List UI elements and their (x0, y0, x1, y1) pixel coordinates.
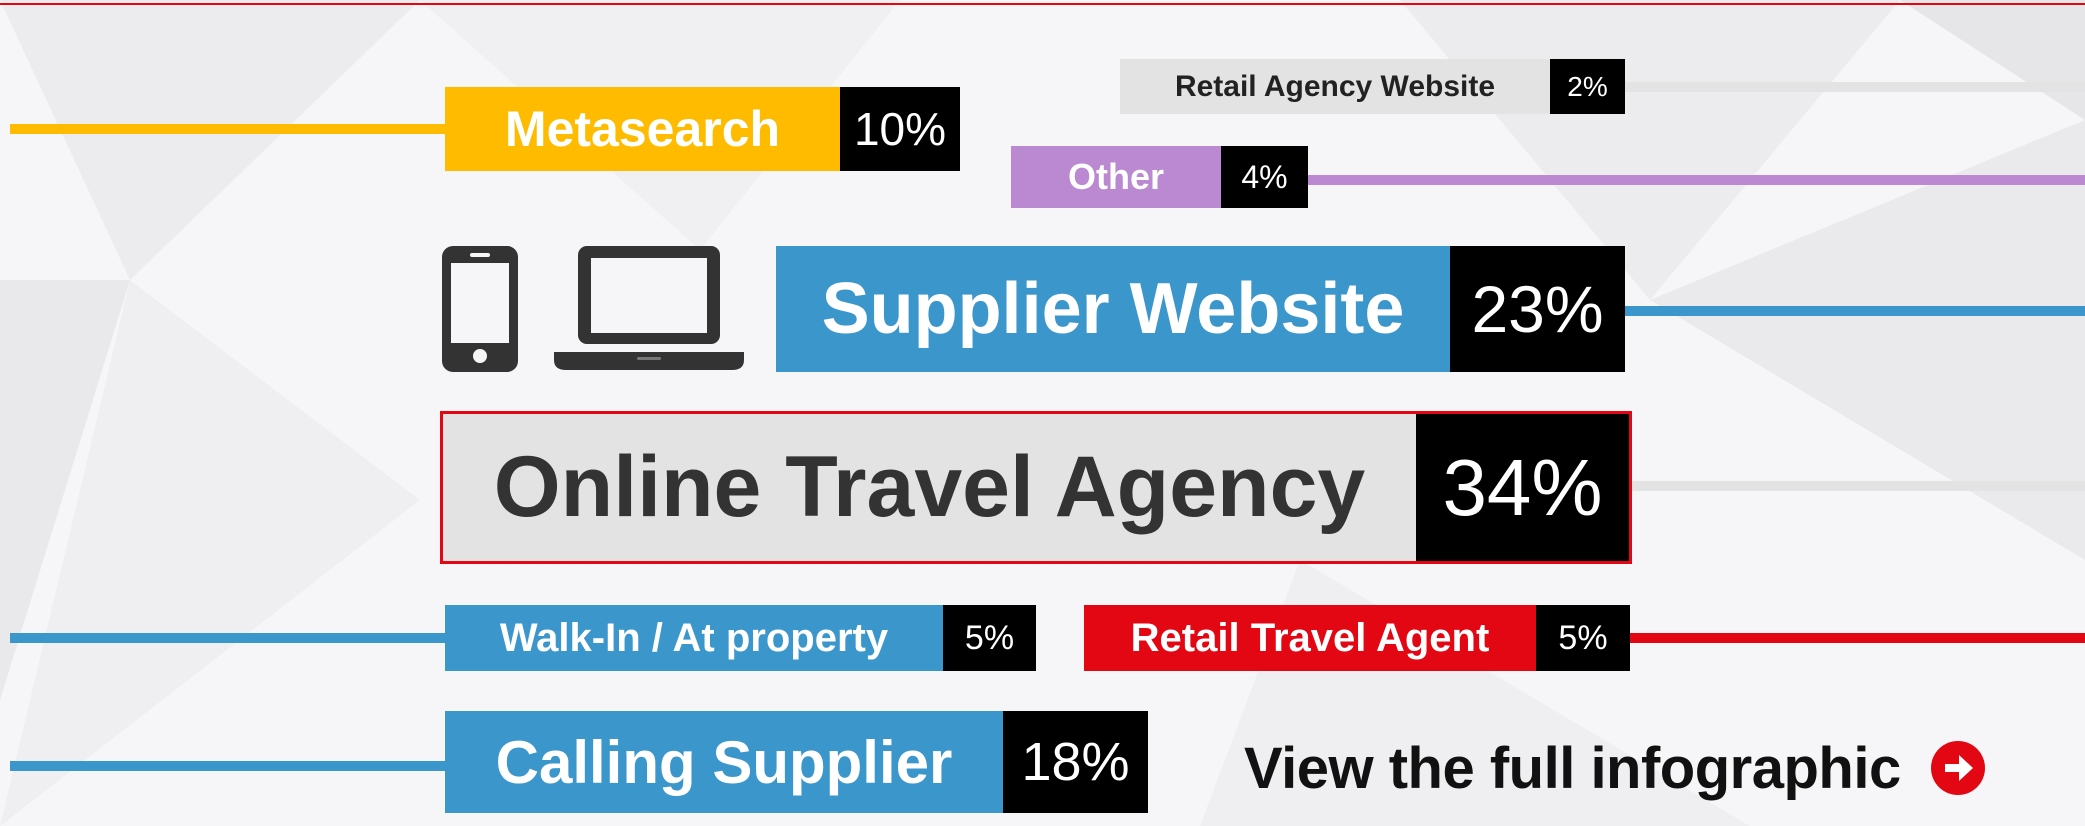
laptop-icon (554, 246, 744, 370)
bar-walk-in-at-property: Walk-In / At property 5% (445, 605, 1036, 671)
bar-calling-supplier: Calling Supplier 18% (445, 711, 1148, 813)
bar-value-supplier-website: 23% (1450, 246, 1625, 372)
connector-line-walk-in (10, 633, 445, 643)
bar-label-metasearch: Metasearch (445, 87, 840, 171)
bar-supplier-website: Supplier Website 23% (776, 246, 1625, 372)
connector-line-metasearch (10, 124, 445, 134)
bar-retail-travel-agent: Retail Travel Agent 5% (1084, 605, 1630, 671)
bar-value-retail-agency-website: 2% (1550, 59, 1625, 114)
bar-retail-agency-website: Retail Agency Website 2% (1120, 59, 1625, 114)
bar-label-calling-supplier: Calling Supplier (445, 711, 1003, 813)
bar-value-calling-supplier: 18% (1003, 711, 1148, 813)
bar-label-retail-agency-website: Retail Agency Website (1120, 59, 1550, 114)
bar-label-retail-travel-agent: Retail Travel Agent (1084, 605, 1536, 671)
bar-value-walk-in-at-property: 5% (943, 605, 1036, 671)
bar-value-metasearch: 10% (840, 87, 960, 171)
connector-line-retail-agency-website (1625, 82, 2085, 92)
connector-line-other (1308, 175, 2085, 185)
bar-label-supplier-website: Supplier Website (776, 246, 1450, 372)
smartphone-icon (442, 246, 518, 372)
top-border (0, 3, 2085, 5)
bar-value-retail-travel-agent: 5% (1536, 605, 1630, 671)
bar-label-other: Other (1011, 146, 1221, 208)
connector-line-calling-supplier (10, 761, 445, 771)
bar-other: Other 4% (1011, 146, 1308, 208)
view-infographic-label: View the full infographic (1244, 735, 1901, 801)
bar-online-travel-agency: Online Travel Agency 34% (440, 411, 1632, 564)
connector-line-retail-travel-agent (1630, 633, 2085, 643)
bar-value-other: 4% (1221, 146, 1308, 208)
connector-line-supplier-website (1625, 306, 2085, 316)
view-infographic-link[interactable]: View the full infographic (1244, 730, 1985, 806)
bar-label-walk-in-at-property: Walk-In / At property (445, 605, 943, 671)
bar-label-online-travel-agency: Online Travel Agency (443, 414, 1416, 561)
connector-line-online-travel-agency (1625, 481, 2085, 491)
arrow-circle-right-icon (1930, 741, 1985, 795)
bar-value-online-travel-agency: 34% (1416, 414, 1629, 561)
bar-metasearch: Metasearch 10% (445, 87, 960, 171)
